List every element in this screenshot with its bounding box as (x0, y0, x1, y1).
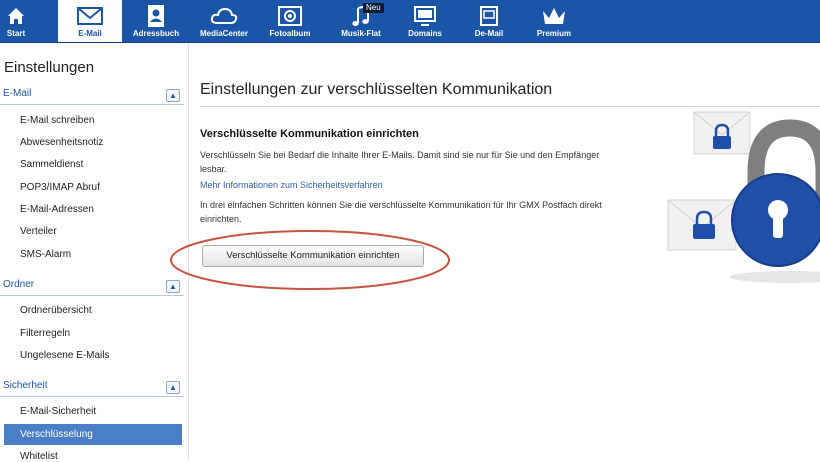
sidebar: Einstellungen E-Mail ▲ E-Mail schreiben … (0, 43, 189, 462)
nav-item-label: E-Mail (78, 29, 102, 38)
sidebar-item-email-adressen[interactable]: E-Mail-Adressen (20, 204, 94, 215)
section-header-email[interactable]: E-Mail ▲ (0, 87, 184, 105)
sidebar-item-sms-alarm[interactable]: SMS-Alarm (20, 249, 71, 260)
nav-item-start[interactable]: Start (0, 0, 32, 42)
setup-encryption-button[interactable]: Verschlüsselte Kommunikation einrichten (202, 245, 424, 267)
sidebar-item-abwesenheitsnotiz[interactable]: Abwesenheitsnotiz (20, 137, 103, 148)
crown-icon (540, 3, 568, 29)
envelope-icon (76, 3, 104, 29)
nav-item-label: Start (6, 29, 26, 38)
sidebar-item-whitelist[interactable]: Whitelist (20, 451, 58, 462)
collapse-icon[interactable]: ▲ (166, 89, 180, 102)
nav-item-label: Fotoalbum (269, 29, 311, 38)
nav-item-de-mail[interactable]: De-Mail (465, 0, 513, 42)
section-header-ordner[interactable]: Ordner ▲ (0, 278, 184, 296)
envelope-icon (667, 199, 737, 251)
sidebar-item-pop3-imap-abruf[interactable]: POP3/IMAP Abruf (20, 182, 100, 193)
sidebar-item-filterregeln[interactable]: Filterregeln (20, 328, 70, 339)
sidebar-item-sammeldienst[interactable]: Sammeldienst (20, 159, 83, 170)
more-info-link[interactable]: Mehr Informationen zum Sicherheitsverfah… (200, 180, 383, 190)
nav-item-mediacenter[interactable]: MediaCenter (193, 0, 255, 42)
sidebar-item-ungelesene-emails[interactable]: Ungelesene E-Mails (20, 350, 110, 361)
sidebar-item-email-sicherheit[interactable]: E-Mail-Sicherheit (20, 406, 96, 417)
monitor-icon (411, 3, 439, 29)
nav-item-fotoalbum[interactable]: Fotoalbum (262, 0, 318, 42)
camera-icon (276, 3, 304, 29)
encryption-illustration (667, 111, 820, 283)
nav-item-label: Premium (536, 29, 572, 38)
home-icon (2, 3, 30, 29)
sidebar-item-verschluesselung[interactable]: Verschlüsselung (4, 424, 182, 445)
nav-item-label: MediaCenter (199, 29, 248, 38)
nav-item-email[interactable]: E-Mail (58, 0, 122, 42)
cloud-icon (210, 3, 238, 29)
sidebar-item-email-schreiben[interactable]: E-Mail schreiben (20, 115, 94, 126)
description-text: Verschlüsseln Sie bei Bedarf die Inhalte… (200, 150, 600, 174)
section-title: Sicherheit (3, 380, 48, 391)
nav-item-adressbuch[interactable]: Adressbuch (128, 0, 184, 42)
section-header-sicherheit[interactable]: Sicherheit ▲ (0, 379, 184, 397)
nav-item-label: Adressbuch (132, 29, 180, 38)
sidebar-item-label: Verschlüsselung (20, 429, 93, 440)
nav-item-label: Domains (408, 29, 442, 38)
sidebar-item-verteiler[interactable]: Verteiler (20, 226, 57, 237)
steps-text: In drei einfachen Schritten können Sie d… (200, 200, 602, 224)
section-title: Ordner (3, 279, 35, 290)
nav-item-premium[interactable]: Premium (530, 0, 578, 42)
collapse-icon[interactable]: ▲ (166, 381, 180, 394)
nav-item-domains[interactable]: Domains (400, 0, 450, 42)
address-book-icon (142, 3, 170, 29)
sidebar-item-ordneruebersicht[interactable]: Ordnerübersicht (20, 305, 92, 316)
nav-item-label: De-Mail (474, 29, 504, 38)
envelope-icon (693, 111, 751, 155)
section-subtitle: Verschlüsselte Kommunikation einrichten (200, 128, 419, 140)
section-title: E-Mail (3, 88, 32, 99)
de-mail-icon (475, 3, 503, 29)
top-navigation: Start E-Mail Adressbuch MediaCenter Foto… (0, 0, 820, 43)
page-title: Einstellungen zur verschlüsselten Kommun… (200, 81, 553, 98)
new-badge: Neu (363, 3, 384, 13)
nav-item-label: Musik-Flat (341, 29, 381, 38)
sidebar-title: Einstellungen (4, 59, 95, 76)
